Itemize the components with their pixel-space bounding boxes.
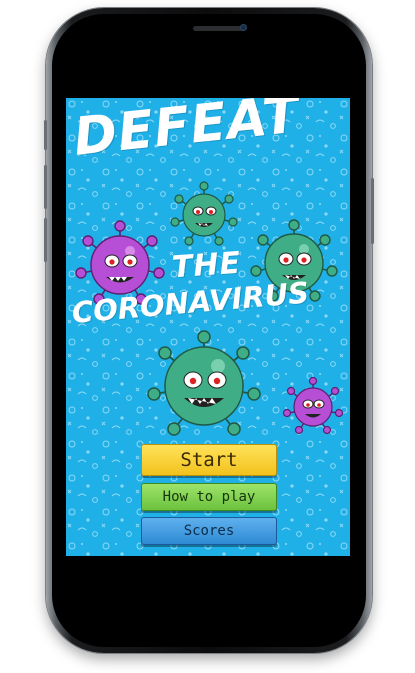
- title-the: THE: [170, 245, 243, 286]
- phone-volume-up-button: [44, 165, 47, 209]
- front-camera: [240, 24, 247, 31]
- phone-side-button: [44, 120, 47, 150]
- start-button[interactable]: Start: [141, 444, 277, 476]
- phone-volume-down-button: [44, 218, 47, 262]
- scores-button[interactable]: Scores: [141, 517, 277, 545]
- how-to-play-button[interactable]: How to play: [141, 483, 277, 511]
- phone-power-button: [371, 178, 374, 244]
- speaker-grille: [193, 26, 245, 31]
- game-screen: DEFEAT THE CORONAVIRUS Start How to play…: [66, 98, 350, 556]
